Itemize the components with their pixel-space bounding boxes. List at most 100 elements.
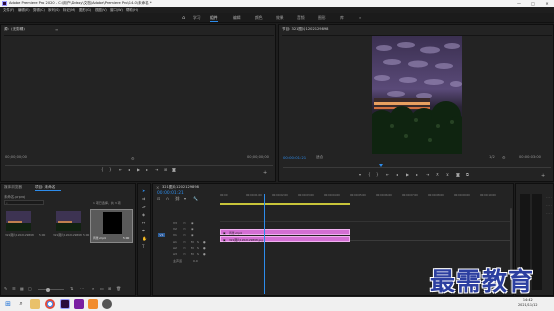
list-view-icon[interactable]: ☰: [12, 287, 16, 291]
solo-icon[interactable]: S: [197, 246, 199, 251]
app-icon[interactable]: [102, 299, 112, 309]
quality-dropdown[interactable]: 1/2: [489, 155, 495, 159]
sync-lock-icon[interactable]: ▭: [183, 221, 186, 226]
close-tab-icon[interactable]: ×: [156, 185, 159, 190]
write-lock-icon[interactable]: ✎: [4, 287, 7, 291]
extract-icon[interactable]: ⊻: [446, 173, 449, 177]
type-tool-icon[interactable]: T: [142, 245, 144, 249]
premiere-taskbar-icon[interactable]: [60, 299, 70, 309]
app-icon[interactable]: [88, 299, 98, 309]
add-button[interactable]: +: [263, 170, 267, 176]
file-explorer-icon[interactable]: [30, 299, 40, 309]
play-icon[interactable]: ▶: [137, 168, 140, 172]
panel-menu-icon[interactable]: ≡: [55, 27, 58, 32]
sync-lock-icon[interactable]: ▭: [183, 240, 186, 245]
fit-dropdown[interactable]: 适合: [316, 155, 323, 160]
wrench-icon[interactable]: ⚙: [502, 155, 506, 160]
timeline-clip-v1[interactable]: ▣ 321图片1202129898.jpg: [220, 236, 350, 242]
timeline-playhead[interactable]: [264, 194, 266, 294]
sort-icon[interactable]: ⇅: [70, 287, 73, 291]
tab-media-browser[interactable]: 媒体浏览器: [4, 185, 22, 190]
workspace-overflow-button[interactable]: »: [359, 13, 361, 23]
add-marker-icon[interactable]: ▾: [184, 197, 186, 201]
step-back-icon[interactable]: ◂: [396, 173, 398, 177]
hand-tool-icon[interactable]: ✋: [142, 237, 147, 241]
play-icon[interactable]: ▶: [406, 173, 409, 177]
go-to-in-icon[interactable]: ⇤: [386, 173, 389, 177]
compare-icon[interactable]: ⧉: [466, 173, 469, 177]
icon-view-icon[interactable]: ▦: [20, 287, 24, 291]
export-frame-icon[interactable]: ◙: [172, 168, 176, 172]
sync-lock-icon[interactable]: ▭: [183, 233, 186, 238]
mark-out-icon[interactable]: }: [109, 168, 112, 172]
mute-icon[interactable]: M: [191, 246, 194, 251]
master-volume[interactable]: 0.0: [193, 259, 198, 263]
step-forward-icon[interactable]: ▸: [416, 173, 418, 177]
workspace-tab-effects[interactable]: 效果: [276, 13, 284, 23]
minimize-button[interactable]: —: [512, 0, 526, 7]
snap-icon[interactable]: ∩: [166, 197, 169, 201]
mark-out-icon[interactable]: }: [376, 173, 379, 177]
clip-thumbnail[interactable]: [6, 211, 31, 231]
razor-tool-icon[interactable]: ◈: [142, 213, 145, 217]
workspace-tab-color[interactable]: 颜色: [255, 13, 263, 23]
camera-icon[interactable]: ◙: [456, 173, 460, 177]
project-search-input[interactable]: ⌕: [4, 200, 44, 205]
linked-selection-icon[interactable]: ⛓: [175, 197, 180, 201]
maximize-button[interactable]: □: [526, 0, 540, 7]
mic-icon[interactable]: ●: [203, 240, 206, 245]
new-bin-icon[interactable]: ▭: [100, 287, 104, 291]
mute-icon[interactable]: M: [191, 252, 194, 257]
step-back-icon[interactable]: ◂: [128, 168, 130, 172]
selected-clip-item[interactable]: 背景.mp4 5:00: [90, 209, 133, 243]
clip-thumbnail[interactable]: [56, 211, 81, 231]
mark-in-icon[interactable]: {: [368, 173, 371, 177]
program-scrub-bar[interactable]: [283, 167, 551, 168]
workspace-tab-libraries[interactable]: 库: [340, 13, 344, 23]
workspace-tab-audio[interactable]: 音频: [297, 13, 305, 23]
sequence-tab[interactable]: 321图片1202129898: [162, 185, 199, 190]
find-icon[interactable]: ⌕: [92, 287, 94, 291]
mute-icon[interactable]: M: [191, 240, 194, 245]
workspace-tab-editing[interactable]: 编辑: [233, 13, 241, 23]
new-item-icon[interactable]: ⊞: [108, 287, 111, 291]
sync-lock-icon[interactable]: ▭: [183, 252, 186, 257]
freeform-view-icon[interactable]: ▢: [28, 287, 32, 291]
mic-icon[interactable]: ●: [203, 246, 206, 251]
timeline-clip-v2[interactable]: ▣ 背景.mp4: [220, 229, 350, 235]
eye-icon[interactable]: ◉: [191, 221, 194, 226]
solo-icon[interactable]: S: [197, 240, 199, 245]
chrome-icon[interactable]: [45, 299, 55, 309]
settings-icon[interactable]: 🔧: [193, 197, 198, 201]
zoom-slider-handle[interactable]: [46, 287, 50, 292]
source-patch-v1[interactable]: V1: [158, 233, 165, 237]
program-timecode[interactable]: 00:00:01:21: [283, 155, 306, 160]
source-timecode[interactable]: 00;00;00;00: [5, 155, 27, 159]
search-icon[interactable]: ⌕: [16, 299, 26, 309]
lift-icon[interactable]: ⊼: [436, 173, 439, 177]
go-to-out-icon[interactable]: ⇥: [155, 168, 158, 172]
workspace-tab-learn[interactable]: 学习: [193, 13, 201, 23]
mic-icon[interactable]: ●: [203, 252, 206, 257]
go-to-in-icon[interactable]: ⇤: [119, 168, 122, 172]
solo-icon[interactable]: S: [197, 252, 199, 257]
step-forward-icon[interactable]: ▸: [146, 168, 148, 172]
sync-lock-icon[interactable]: ▭: [183, 246, 186, 251]
go-to-out-icon[interactable]: ⇥: [426, 173, 429, 177]
system-clock[interactable]: 14:42 2021/11/12: [518, 298, 538, 308]
add-marker-icon[interactable]: ▾: [359, 173, 361, 177]
mark-in-icon[interactable]: {: [101, 168, 104, 172]
workspace-tab-assembly[interactable]: 组件: [210, 13, 218, 23]
nest-icon[interactable]: ⊡: [157, 197, 160, 201]
program-tab[interactable]: 节目: 321图片1202129898: [282, 27, 328, 32]
home-icon[interactable]: ⌂: [182, 15, 185, 21]
workspace-tab-graphics[interactable]: 图形: [318, 13, 326, 23]
zoom-slider[interactable]: [38, 289, 64, 290]
add-button[interactable]: +: [541, 173, 545, 179]
eye-icon[interactable]: ◉: [191, 233, 194, 238]
program-playhead[interactable]: [379, 164, 383, 167]
source-tab[interactable]: 源：(无剪辑): [4, 27, 25, 32]
automate-icon[interactable]: ⋯: [80, 287, 84, 291]
insert-icon[interactable]: ⊞: [164, 168, 167, 172]
sync-lock-icon[interactable]: ▭: [183, 227, 186, 232]
